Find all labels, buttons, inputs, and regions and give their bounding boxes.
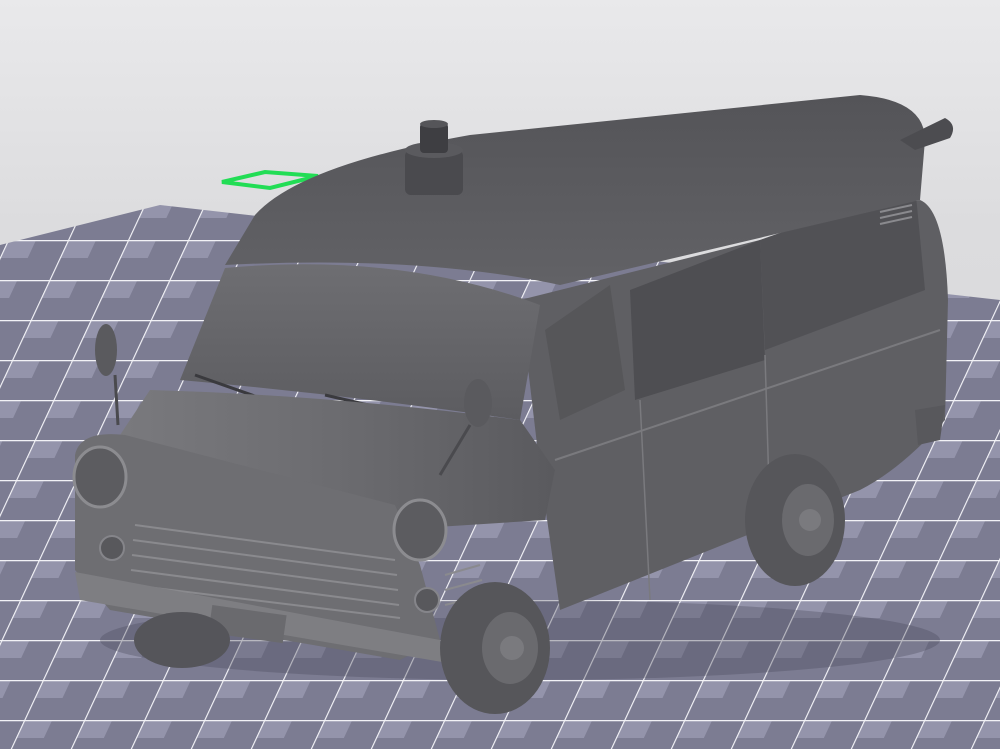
3d-viewport[interactable]: [0, 0, 1000, 749]
wheel-front-left: [134, 612, 230, 668]
scene-canvas[interactable]: [0, 0, 1000, 749]
wheel-rear-right: [745, 454, 845, 586]
beacon-light: [405, 120, 463, 195]
wheel-front-right: [440, 582, 550, 714]
van-model[interactable]: [72, 95, 954, 714]
